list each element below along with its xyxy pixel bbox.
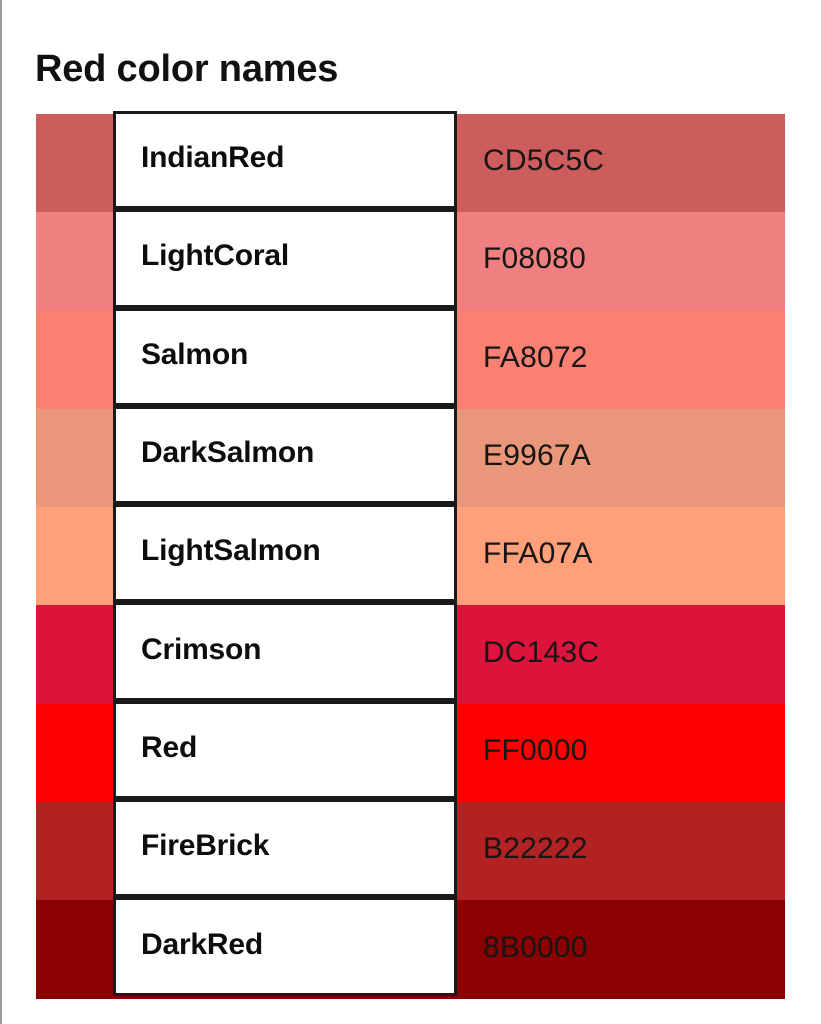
hex-cell: FA8072: [457, 311, 785, 409]
table-row: DC143C Crimson: [36, 602, 785, 704]
hex-value: DC143C: [483, 635, 600, 669]
color-name: FireBrick: [141, 829, 270, 863]
color-name: LightSalmon: [141, 534, 321, 568]
table-row: CD5C5C IndianRed: [36, 111, 785, 213]
hex-cell: FFA07A: [457, 507, 785, 605]
color-name-cell: LightCoral: [113, 209, 457, 308]
left-edge-rule: [0, 0, 2, 1024]
hex-cell: 8B0000: [457, 900, 785, 998]
color-name-cell: Red: [113, 700, 457, 800]
hex-value: FA8072: [483, 340, 588, 374]
color-names-page: Red color names CD5C5C IndianRed F08080 Lig…: [0, 0, 821, 1024]
table-row: FFA07A LightSalmon: [36, 504, 785, 606]
hex-value: B22222: [483, 832, 588, 866]
hex-value: FF0000: [483, 733, 588, 767]
hex-cell: B22222: [457, 802, 785, 900]
color-name: Red: [141, 730, 198, 764]
color-name: DarkRed: [141, 927, 263, 961]
hex-value: CD5C5C: [483, 144, 605, 178]
color-name-cell: DarkRed: [113, 897, 457, 996]
table-row: 8B0000 DarkRed: [36, 897, 785, 999]
color-name: Crimson: [141, 632, 262, 666]
hex-cell: CD5C5C: [457, 114, 785, 212]
hex-cell: FF0000: [457, 704, 785, 802]
color-name-cell: Crimson: [113, 602, 457, 701]
table-row: FF0000 Red: [36, 700, 785, 803]
table-row: FA8072 Salmon: [36, 307, 785, 409]
hex-value: E9967A: [483, 439, 591, 473]
page-title: Red color names: [35, 48, 339, 91]
hex-value: 8B0000: [483, 930, 588, 964]
hex-value: FFA07A: [483, 537, 593, 571]
color-name-cell: IndianRed: [113, 111, 457, 210]
color-name: DarkSalmon: [141, 436, 315, 470]
color-name-cell: Salmon: [113, 307, 457, 406]
color-name-cell: FireBrick: [113, 799, 457, 898]
color-name: LightCoral: [141, 239, 289, 273]
table-row: F08080 LightCoral: [36, 209, 785, 311]
color-name: Salmon: [141, 337, 249, 371]
color-name-cell: LightSalmon: [113, 504, 457, 603]
color-name-cell: DarkSalmon: [113, 405, 457, 505]
table-row: E9967A DarkSalmon: [36, 405, 785, 508]
table-row: B22222 FireBrick: [36, 799, 785, 901]
hex-cell: E9967A: [457, 409, 785, 507]
hex-cell: DC143C: [457, 605, 785, 703]
color-name: IndianRed: [141, 141, 285, 175]
red-color-names-table: CD5C5C IndianRed F08080 LightCoral FA8072 Sal…: [36, 111, 785, 999]
hex-value: F08080: [483, 242, 586, 276]
hex-cell: F08080: [457, 212, 785, 310]
